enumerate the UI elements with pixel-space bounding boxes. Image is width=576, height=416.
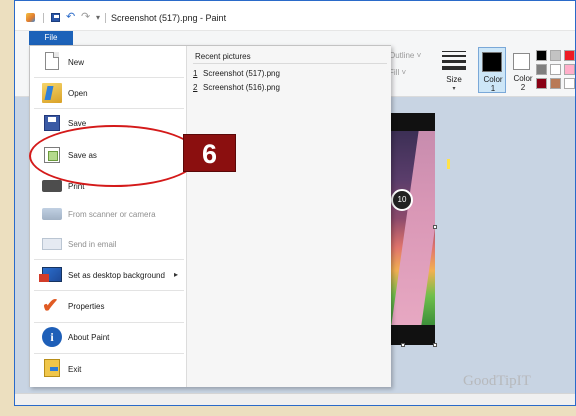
recent-pictures-divider (193, 63, 387, 64)
exit-icon (44, 359, 60, 377)
qat-separator (43, 13, 44, 23)
desk-background-bottom (0, 406, 576, 416)
file-menu-commands: New Open Save Save as Print From scanner… (30, 46, 186, 387)
redo-icon[interactable]: ↷ (81, 12, 90, 23)
menu-item-from-scanner: From scanner or camera (30, 200, 186, 230)
menu-separator (34, 77, 184, 78)
color-1-number: 1 (490, 84, 496, 93)
resize-handle[interactable] (401, 343, 405, 347)
menu-item-label: Properties (68, 302, 105, 311)
step-number-badge: 6 (183, 134, 236, 172)
recent-picture-name: Screenshot (516).png (203, 83, 280, 92)
palette-swatch[interactable] (564, 64, 575, 75)
recent-pictures-panel: Recent pictures 1 Screenshot (517).png 2… (186, 46, 391, 387)
desktop-background-icon (39, 267, 62, 282)
recent-picture-number: 2 (193, 83, 198, 92)
open-folder-icon (42, 83, 62, 103)
new-file-icon (45, 52, 59, 70)
color-2-label: Color (513, 74, 533, 83)
recent-picture-number: 1 (193, 69, 198, 78)
shape-outline-button[interactable]: Outline ˅ (389, 51, 421, 60)
printer-icon (42, 180, 62, 192)
color-2-swatch (513, 53, 530, 70)
menu-separator (34, 259, 184, 260)
recent-picture-item[interactable]: 1 Screenshot (517).png (193, 67, 383, 81)
scanner-icon (42, 208, 62, 220)
palette-swatch[interactable] (564, 78, 575, 89)
color-2-button[interactable]: Color 2 (509, 47, 537, 93)
submenu-arrow-icon: ▸ (174, 270, 179, 279)
info-icon: i (42, 327, 62, 347)
size-button[interactable]: Size ▾ (439, 47, 469, 95)
file-menu: New Open Save Save as Print From scanner… (29, 45, 391, 387)
menu-item-properties[interactable]: ✔ Properties (30, 292, 186, 322)
palette-swatch[interactable] (536, 64, 547, 75)
color-1-button[interactable]: Color 1 (478, 47, 506, 93)
color-1-swatch (482, 52, 502, 72)
menu-item-label: Open (68, 89, 88, 98)
menu-item-label: Set as desktop background (68, 271, 165, 280)
menu-item-label: Exit (68, 365, 82, 374)
color-1-label: Color (483, 75, 503, 84)
window-title: Screenshot (517).png - Paint (111, 13, 227, 23)
menu-item-about[interactable]: i About Paint (30, 323, 186, 353)
palette-swatch[interactable] (550, 64, 561, 75)
tab-file[interactable]: File (29, 31, 73, 45)
menu-item-label: About Paint (68, 333, 110, 342)
palette-swatch[interactable] (550, 78, 561, 89)
recent-picture-name: Screenshot (517).png (203, 69, 280, 78)
properties-checkmark-icon: ✔ (42, 295, 59, 317)
menu-item-open[interactable]: Open (30, 79, 186, 109)
shape-fill-button[interactable]: Fill ˅ (389, 68, 406, 77)
recent-picture-item[interactable]: 2 Screenshot (516).png (193, 81, 383, 95)
menu-item-label: From scanner or camera (68, 210, 156, 219)
timer-badge: 10 (391, 189, 413, 211)
menu-item-new[interactable]: New (30, 48, 186, 78)
size-label: Size (446, 75, 462, 84)
palette-swatch[interactable] (536, 50, 547, 61)
resize-handle[interactable] (433, 343, 437, 347)
email-icon (42, 238, 62, 250)
chevron-down-icon: ▾ (452, 86, 456, 92)
watermark: GoodTipIT (463, 373, 531, 389)
resize-handle[interactable] (433, 225, 437, 229)
palette-swatch[interactable] (536, 78, 547, 89)
paint-app-icon[interactable] (26, 13, 35, 22)
title-bar: ↶ ↷ ▾ Screenshot (517).png - Paint (15, 1, 575, 31)
save-icon (44, 115, 60, 131)
status-bar (15, 393, 575, 405)
quick-save-icon[interactable] (51, 13, 60, 22)
menu-item-exit[interactable]: Exit (30, 355, 186, 385)
color-2-number: 2 (520, 83, 526, 92)
menu-item-desktop-background[interactable]: Set as desktop background ▸ (30, 261, 186, 291)
desk-background-left (0, 0, 14, 416)
selection-marker (447, 159, 450, 169)
menu-separator (34, 353, 184, 354)
line-width-icon (442, 51, 466, 73)
menu-item-send-email: Send in email (30, 230, 186, 260)
undo-icon[interactable]: ↶ (66, 12, 75, 23)
palette-swatch[interactable] (550, 50, 561, 61)
menu-item-label: New (68, 58, 85, 67)
customize-quick-access-icon[interactable]: ▾ (96, 13, 105, 22)
palette-swatch[interactable] (564, 50, 575, 61)
menu-item-label: Send in email (68, 240, 117, 249)
paint-window: ↶ ↷ ▾ Screenshot (517).png - Paint ▾ ▾ O… (14, 0, 576, 406)
highlight-ellipse (29, 125, 199, 187)
recent-pictures-heading: Recent pictures (195, 52, 251, 61)
qat-separator (105, 13, 106, 23)
menu-separator (34, 290, 184, 291)
